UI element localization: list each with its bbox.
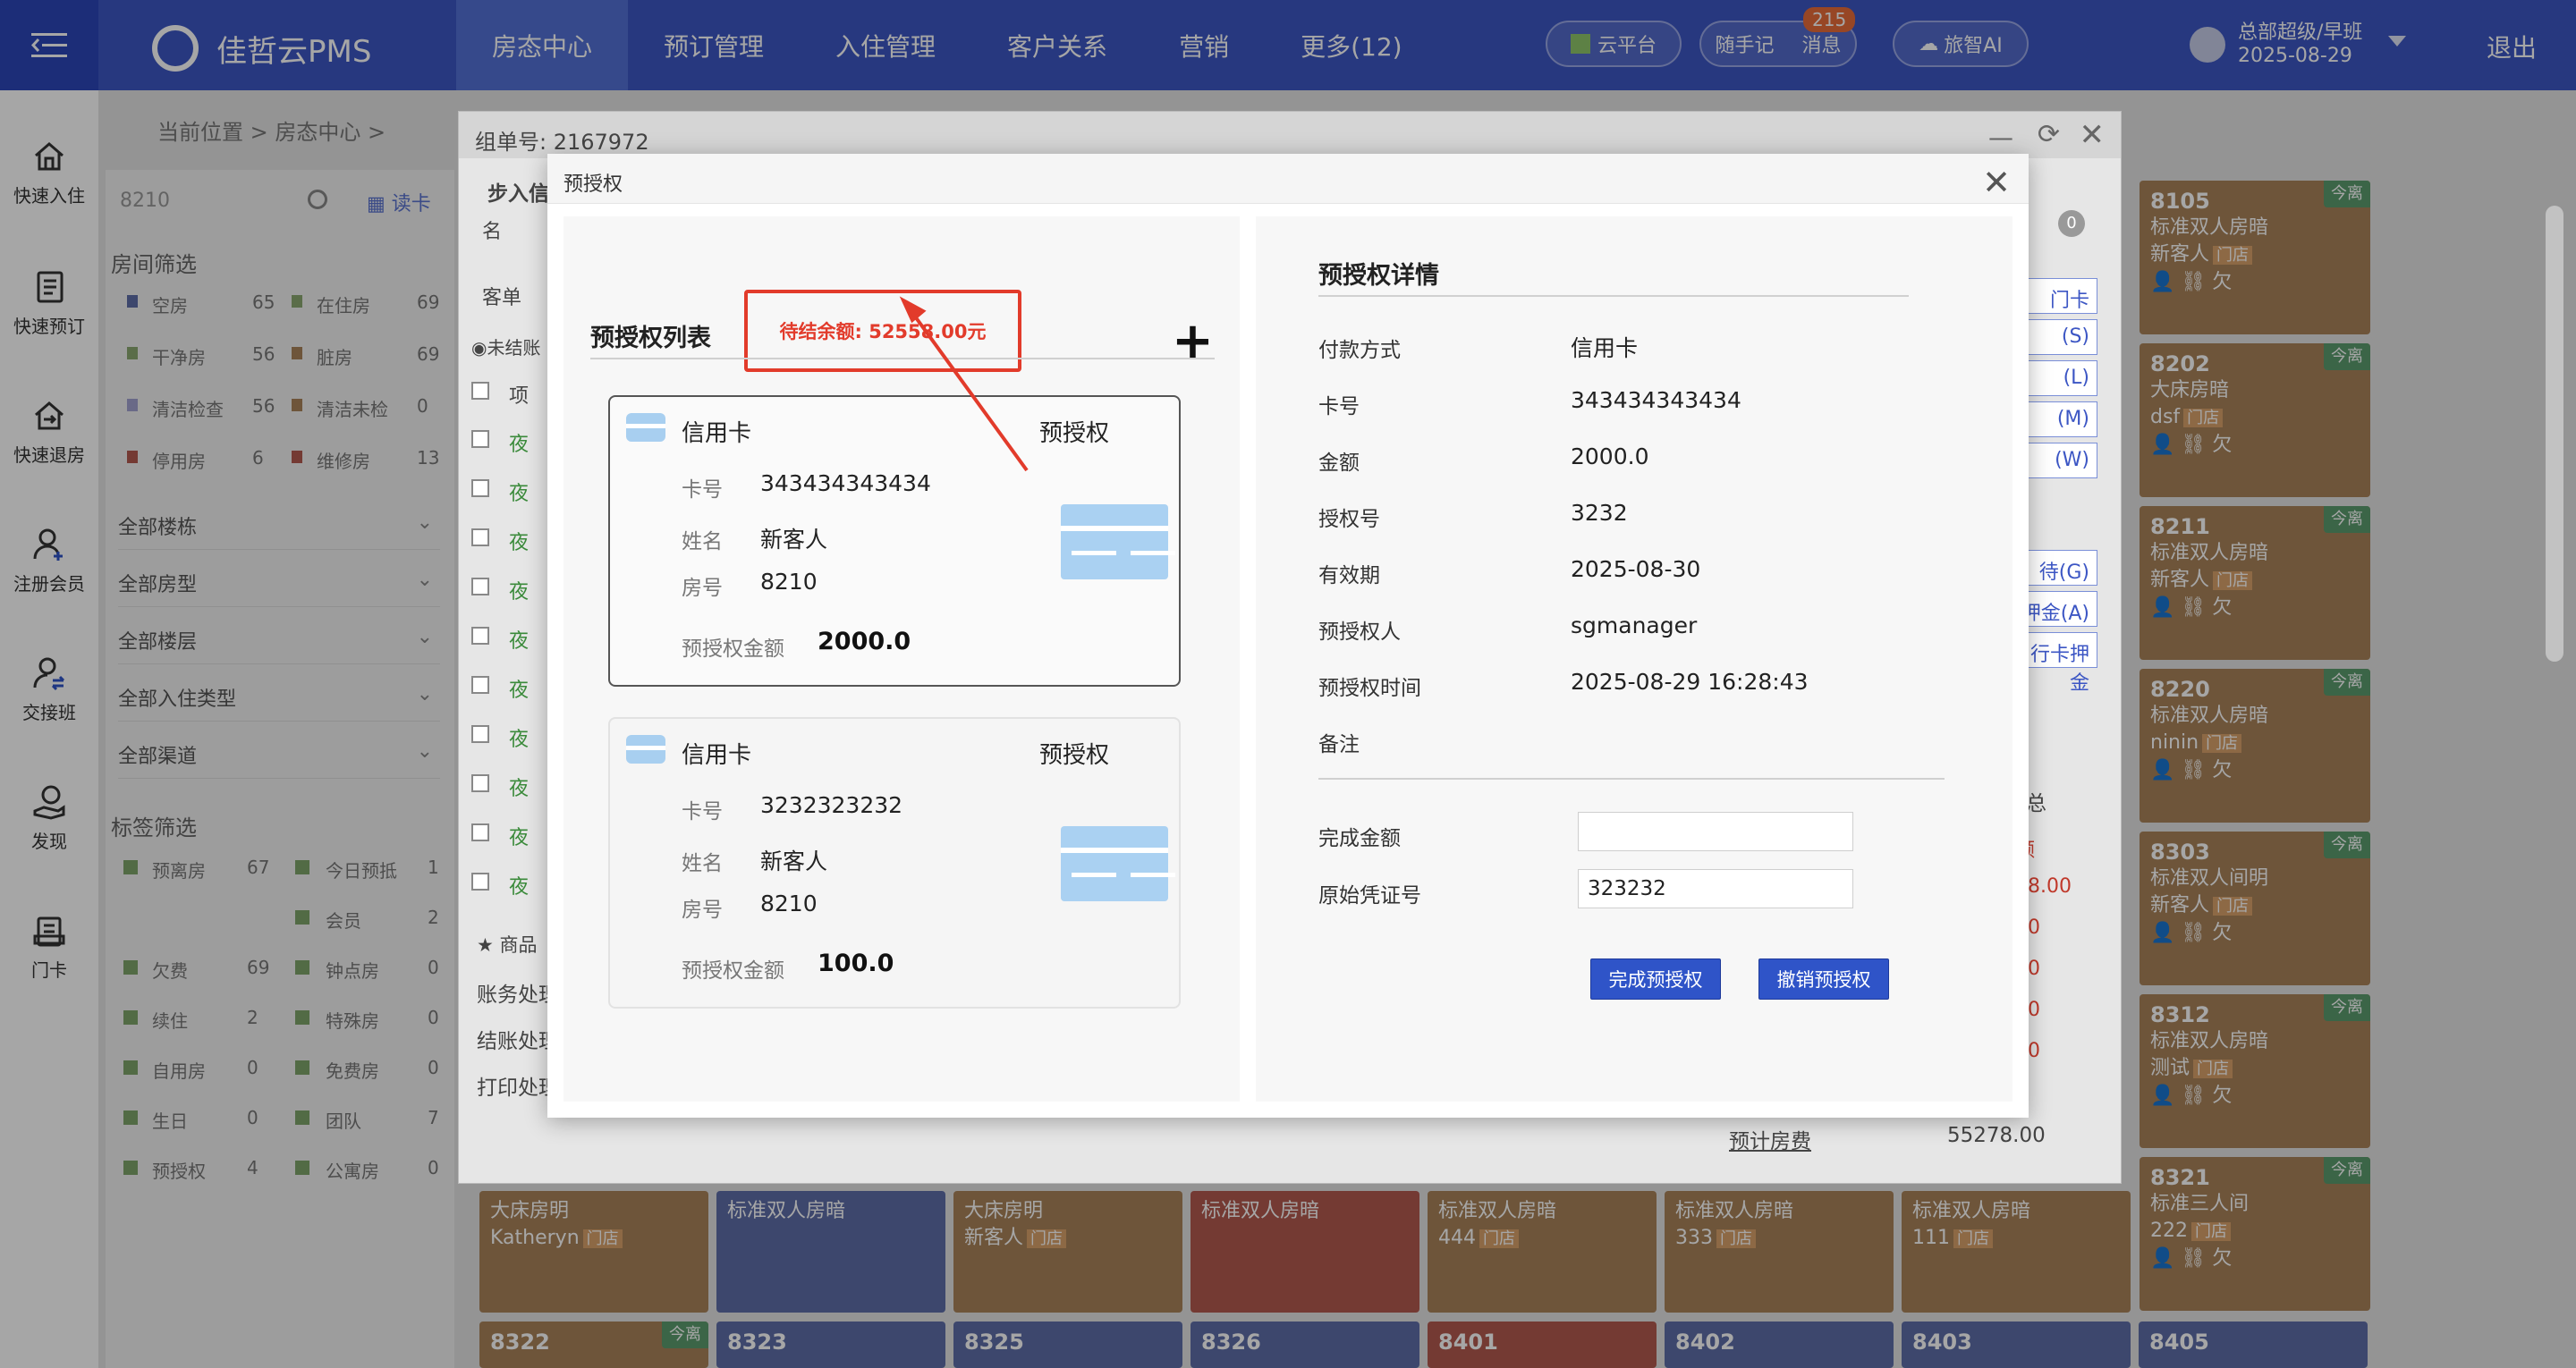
complete-amount-label: 完成金额 xyxy=(1318,827,1401,850)
detail-value: 343434343434 xyxy=(1571,387,1741,413)
preauth-detail-title: 预授权详情 xyxy=(1318,262,1439,290)
row-checkbox[interactable] xyxy=(471,430,489,448)
cancel-preauth-button[interactable]: 撤销预授权 xyxy=(1758,958,1889,1000)
radio-icon: ◉ xyxy=(471,337,487,359)
row-checkbox[interactable] xyxy=(471,578,489,595)
voucher-no-label: 原始凭证号 xyxy=(1318,884,1421,908)
preauth-dialog: 预授权 ✕ 预授权列表 待结余额: 52558.00元 + 信用卡 预授权 卡号… xyxy=(547,154,2029,1118)
detail-value: 2000.0 xyxy=(1571,443,1649,469)
refresh-icon[interactable]: ⟳ xyxy=(2038,119,2060,150)
detail-value: 2025-08-29 16:28:43 xyxy=(1571,669,1809,695)
tab-guest-bill[interactable]: 客单 xyxy=(482,282,521,310)
col-item: 项 xyxy=(509,385,530,408)
close-icon[interactable]: ✕ xyxy=(2080,117,2106,153)
goods-label: ★ 商品 xyxy=(477,931,538,958)
detail-label: 预授权人 xyxy=(1318,621,1401,644)
group-order-title: 组单号: 2167972 xyxy=(475,130,649,155)
minimize-icon[interactable]: — xyxy=(1988,122,2013,152)
detail-label: 预授权时间 xyxy=(1318,677,1421,700)
detail-label: 金额 xyxy=(1318,452,1360,475)
bill-row-item: 夜 xyxy=(509,778,530,800)
detail-label: 备注 xyxy=(1318,733,1360,756)
detail-divider xyxy=(1318,778,1945,780)
row-checkbox[interactable] xyxy=(471,528,489,546)
detail-label: 有效期 xyxy=(1318,564,1380,587)
bill-row-item: 夜 xyxy=(509,483,530,505)
bill-row-item: 夜 xyxy=(509,680,530,702)
row-checkbox[interactable] xyxy=(471,627,489,645)
voucher-no-input[interactable] xyxy=(1578,869,1853,908)
estimate-label[interactable]: 预计房费 xyxy=(1729,1124,1811,1154)
estimate-value: 55278.00 xyxy=(1947,1124,2046,1147)
group-order-header: 组单号: 2167972 — ⟳ ✕ xyxy=(459,112,2121,158)
zero-badge: 0 xyxy=(2058,210,2085,237)
bill-row-item: 夜 xyxy=(509,729,530,751)
detail-value: 3232 xyxy=(1571,500,1628,526)
unsettled-radio[interactable]: ◉未结账 xyxy=(471,334,540,359)
row-checkbox[interactable] xyxy=(471,725,489,743)
complete-amount-input[interactable] xyxy=(1578,812,1853,851)
detail-label: 卡号 xyxy=(1318,395,1360,418)
select-all-checkbox[interactable] xyxy=(471,382,489,400)
detail-value: 信用卡 xyxy=(1571,335,1639,361)
detail-label: 付款方式 xyxy=(1318,339,1401,362)
detail-label: 授权号 xyxy=(1318,508,1380,531)
bill-row-item: 夜 xyxy=(509,630,530,653)
complete-preauth-button[interactable]: 完成预授权 xyxy=(1590,958,1721,1000)
bill-row-item: 夜 xyxy=(509,532,530,554)
row-checkbox[interactable] xyxy=(471,873,489,891)
row-checkbox[interactable] xyxy=(471,774,489,792)
detail-value: 2025-08-30 xyxy=(1571,556,1701,582)
bill-row-item: 夜 xyxy=(509,827,530,849)
bill-row-item: 夜 xyxy=(509,581,530,604)
row-checkbox[interactable] xyxy=(471,676,489,694)
bill-row-item: 夜 xyxy=(509,434,530,456)
detail-value: sgmanager xyxy=(1571,612,1698,638)
step-label: 步入信 xyxy=(487,182,549,206)
detail-title-divider xyxy=(1318,295,1909,297)
row-checkbox[interactable] xyxy=(471,479,489,497)
scrollbar[interactable] xyxy=(2546,206,2563,662)
unsettled-label: 未结账 xyxy=(487,337,541,359)
col-name: 名 xyxy=(482,221,503,243)
row-checkbox[interactable] xyxy=(471,823,489,841)
bill-row-item: 夜 xyxy=(509,876,530,899)
goods-text: 商品 xyxy=(499,934,538,956)
coin-icon: ★ xyxy=(477,934,494,956)
